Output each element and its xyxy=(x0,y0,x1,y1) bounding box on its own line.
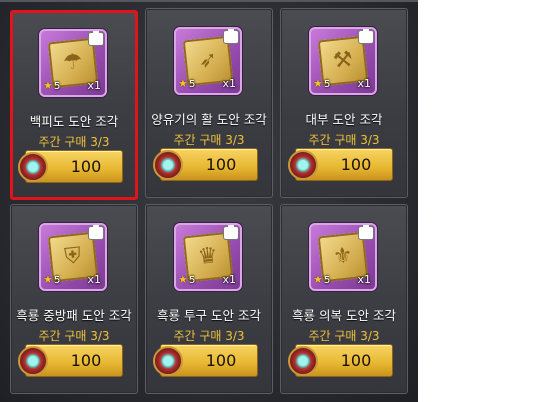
shop-item-card-5[interactable]: ♛ ★ 5 x1 흑룡 투구 도안 조각 주간 구매 3/3 100 xyxy=(145,204,273,394)
star-count: 5 xyxy=(54,275,61,286)
puzzle-piece-icon xyxy=(224,29,238,43)
star-count: 5 xyxy=(189,275,196,286)
puzzle-piece-icon xyxy=(359,225,373,239)
gem-coin-icon xyxy=(153,150,183,180)
puzzle-piece-icon xyxy=(89,225,103,239)
item-icon-frame: ☂ ★ 5 x1 xyxy=(39,29,107,97)
shop-item-card-6[interactable]: ⚜ ★ 5 x1 흑룡 의복 도안 조각 주간 구매 3/3 100 xyxy=(280,204,408,394)
puzzle-piece-icon xyxy=(89,31,103,45)
item-name: 백피도 도안 조각 xyxy=(29,114,119,129)
blank-area xyxy=(418,0,550,402)
item-quantity: x1 xyxy=(357,273,371,286)
item-icon-frame: ⚜ ★ 5 x1 xyxy=(309,223,377,291)
star-count: 5 xyxy=(54,81,61,92)
weekly-limit: 주간 구매 3/3 xyxy=(38,135,110,149)
buy-button[interactable]: 100 xyxy=(18,150,123,183)
price-label: 100 xyxy=(340,155,372,174)
puzzle-piece-icon xyxy=(359,29,373,43)
item-quantity: x1 xyxy=(222,273,236,286)
gem-coin-icon xyxy=(18,346,48,376)
buy-button[interactable]: 100 xyxy=(288,344,393,377)
price-label: 100 xyxy=(205,351,237,370)
weekly-limit: 주간 구매 3/3 xyxy=(173,133,245,147)
shop-panel: ☂ ★ 5 x1 백피도 도안 조각 주간 구매 3/3 100 ➶ ★ 5 x… xyxy=(0,0,418,402)
star-icon: ★ xyxy=(43,273,53,286)
buy-button[interactable]: 100 xyxy=(18,344,123,377)
item-name: 양유기의 활 도안 조각 xyxy=(151,112,267,127)
price-label: 100 xyxy=(340,351,372,370)
gem-coin-icon xyxy=(153,346,183,376)
buy-button[interactable]: 100 xyxy=(153,344,258,377)
item-icon-frame: ⚒ ★ 5 x1 xyxy=(309,27,377,95)
item-quantity: x1 xyxy=(87,79,101,92)
price-label: 100 xyxy=(70,157,102,176)
star-count: 5 xyxy=(189,79,196,90)
item-icon-frame: ⛨ ★ 5 x1 xyxy=(39,223,107,291)
star-icon: ★ xyxy=(313,273,323,286)
shop-item-card-3[interactable]: ⚒ ★ 5 x1 대부 도안 조각 주간 구매 3/3 100 xyxy=(280,8,408,198)
weekly-limit: 주간 구매 3/3 xyxy=(38,329,110,343)
item-name: 흑룡 투구 도안 조각 xyxy=(157,308,261,323)
item-quantity: x1 xyxy=(357,77,371,90)
top-divider xyxy=(0,0,418,2)
price-label: 100 xyxy=(205,155,237,174)
star-count: 5 xyxy=(324,79,331,90)
item-name: 흑룡 중방패 도안 조각 xyxy=(16,308,132,323)
gem-coin-icon xyxy=(288,346,318,376)
star-icon: ★ xyxy=(313,77,323,90)
buy-button[interactable]: 100 xyxy=(153,148,258,181)
item-name: 흑룡 의복 도안 조각 xyxy=(292,308,396,323)
shop-item-card-2[interactable]: ➶ ★ 5 x1 양유기의 활 도안 조각 주간 구매 3/3 100 xyxy=(145,8,273,198)
star-icon: ★ xyxy=(178,77,188,90)
item-quantity: x1 xyxy=(87,273,101,286)
weekly-limit: 주간 구매 3/3 xyxy=(308,329,380,343)
gem-coin-icon xyxy=(18,152,48,182)
item-name: 대부 도안 조각 xyxy=(305,112,383,127)
puzzle-piece-icon xyxy=(224,225,238,239)
star-icon: ★ xyxy=(178,273,188,286)
star-count: 5 xyxy=(324,275,331,286)
shop-item-card-4[interactable]: ⛨ ★ 5 x1 흑룡 중방패 도안 조각 주간 구매 3/3 100 xyxy=(10,204,138,394)
shop-item-card-1[interactable]: ☂ ★ 5 x1 백피도 도안 조각 주간 구매 3/3 100 xyxy=(10,10,138,200)
item-icon-frame: ♛ ★ 5 x1 xyxy=(174,223,242,291)
item-icon-frame: ➶ ★ 5 x1 xyxy=(174,27,242,95)
star-icon: ★ xyxy=(43,79,53,92)
item-quantity: x1 xyxy=(222,77,236,90)
gem-coin-icon xyxy=(288,150,318,180)
weekly-limit: 주간 구매 3/3 xyxy=(173,329,245,343)
price-label: 100 xyxy=(70,351,102,370)
buy-button[interactable]: 100 xyxy=(288,148,393,181)
weekly-limit: 주간 구매 3/3 xyxy=(308,133,380,147)
